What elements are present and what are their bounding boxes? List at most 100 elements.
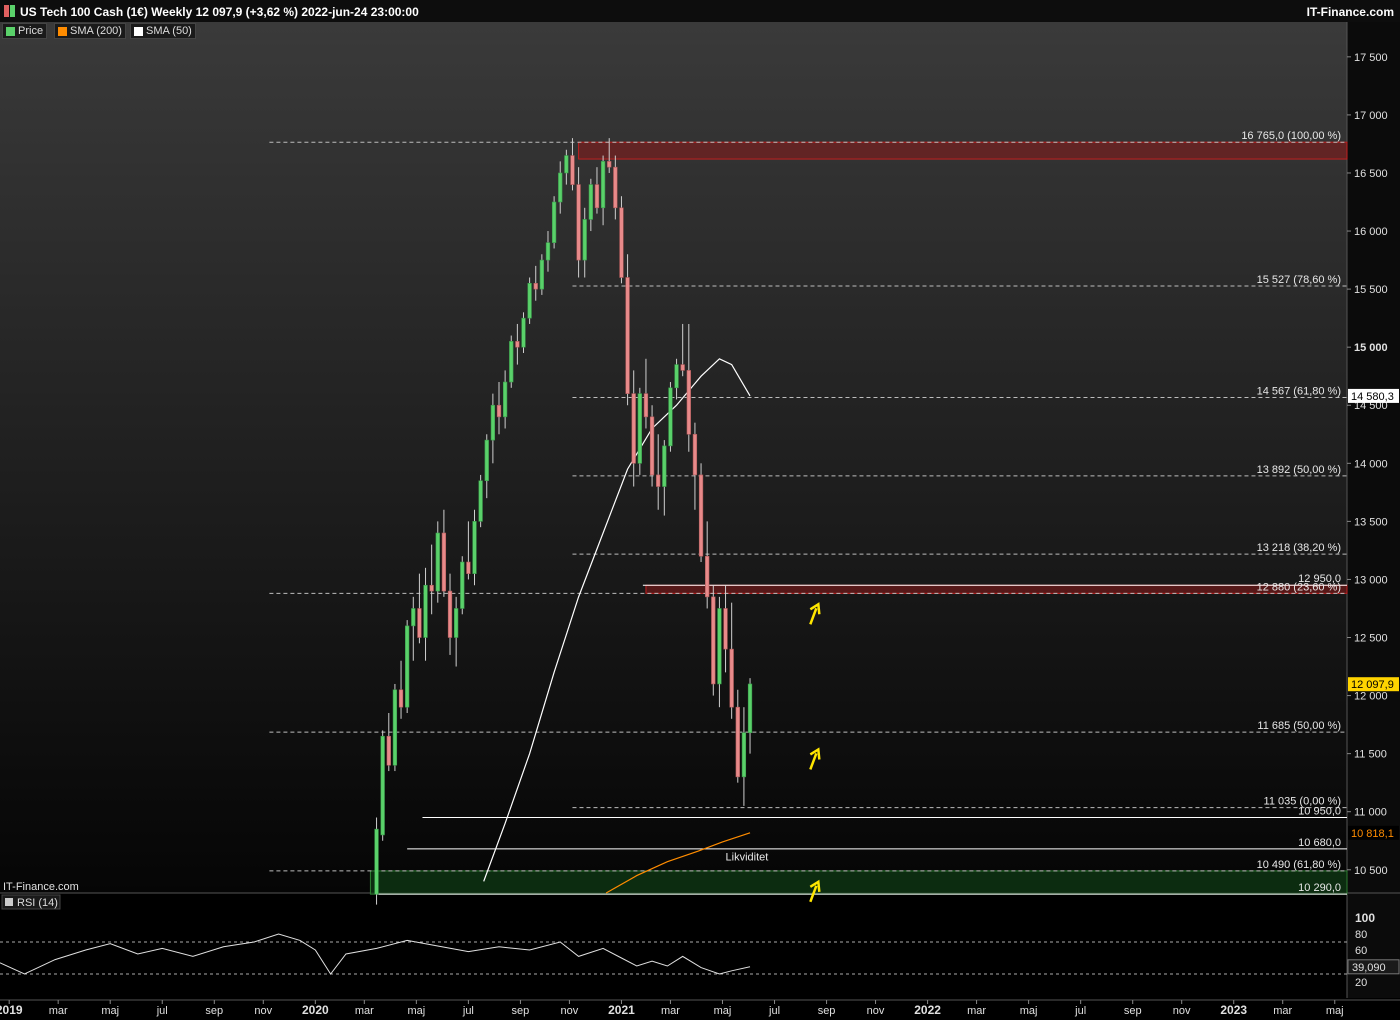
price-tick-label: 16 000 <box>1354 226 1388 238</box>
last-price-badge: 12 097,9 <box>1351 679 1394 691</box>
candle-body <box>478 480 483 522</box>
legend-label: Price <box>18 25 44 37</box>
time-tick-label: maj <box>407 1005 425 1017</box>
candle-body <box>466 561 471 574</box>
candle-body <box>711 596 716 685</box>
candle-body <box>392 689 398 766</box>
candle-body <box>607 161 612 168</box>
rsi-pane-background <box>0 894 1347 998</box>
resistance-zone-top <box>578 141 1348 160</box>
candle-body <box>454 608 459 638</box>
candle-body <box>545 242 551 261</box>
candle-body <box>600 161 606 209</box>
time-tick-label: nov <box>1173 1005 1191 1017</box>
candle-body <box>374 828 379 895</box>
time-tick-label: sep <box>205 1005 223 1017</box>
candle-body <box>631 393 636 464</box>
candle-body <box>570 155 575 185</box>
candle-body <box>386 735 391 766</box>
candle-body <box>643 393 649 418</box>
time-tick-label: jul <box>462 1005 474 1017</box>
price-tick-label: 14 000 <box>1354 458 1388 470</box>
legend-label: SMA (200) <box>70 25 122 37</box>
candle-body <box>588 184 593 220</box>
candle-body <box>564 155 569 174</box>
candle-body <box>582 219 587 261</box>
sma50-value-badge: 14 580,3 <box>1351 391 1394 403</box>
candle-body <box>747 683 753 734</box>
time-tick-label: jul <box>768 1005 780 1017</box>
chart-svg: US Tech 100 Cash (1€) Weekly 12 097,9 (+… <box>0 0 1400 1020</box>
time-tick-label: 2020 <box>302 1003 329 1017</box>
rsi-tick-label: 80 <box>1355 929 1367 941</box>
header-candle-icon-red <box>4 5 9 17</box>
candle-body <box>594 184 600 209</box>
level-label: 16 765,0 (100,00 %) <box>1241 130 1341 142</box>
candle-body <box>496 404 502 418</box>
price-tick-label: 11 000 <box>1354 807 1387 819</box>
time-tick-label: mar <box>967 1005 986 1017</box>
support-zone <box>369 870 1348 895</box>
candle-body <box>447 590 453 638</box>
rsi-label: RSI (14) <box>17 897 58 909</box>
price-tick-label: 13 000 <box>1354 574 1388 586</box>
price-tick-label: 16 500 <box>1354 168 1388 180</box>
candle-body <box>698 474 704 557</box>
rsi-swatch <box>5 898 13 906</box>
price-tick-label: 15 000 <box>1354 342 1388 354</box>
legend-item[interactable]: SMA (200) <box>54 23 126 39</box>
candle-body <box>705 555 710 598</box>
candle-body <box>539 259 544 290</box>
legend-swatch <box>134 26 143 36</box>
candle-body <box>502 381 508 418</box>
candle-body <box>484 439 489 482</box>
candle-body <box>613 166 618 209</box>
time-tick-label: mar <box>1273 1005 1292 1017</box>
legend-item[interactable]: Price <box>2 23 48 39</box>
candle-body <box>551 201 557 243</box>
candle-body <box>723 608 728 650</box>
time-tick-label: 2019 <box>0 1003 23 1017</box>
level-label: 12 880 (23,60 %) <box>1257 581 1341 593</box>
candle-body <box>686 370 691 435</box>
candle-body <box>441 532 447 592</box>
price-tick-label: 17 000 <box>1354 110 1388 122</box>
price-tick-label: 10 500 <box>1354 865 1388 877</box>
time-tick-label: nov <box>867 1005 885 1017</box>
price-tick-label: 12 500 <box>1354 633 1388 645</box>
level-label: 13 892 (50,00 %) <box>1257 464 1341 476</box>
time-tick-label: sep <box>512 1005 530 1017</box>
candle-body <box>656 474 661 487</box>
candle-body <box>680 364 685 371</box>
candle-body <box>435 532 440 592</box>
candle-body <box>735 706 740 778</box>
time-tick-label: jul <box>1074 1005 1086 1017</box>
price-tick-label: 17 500 <box>1354 52 1388 64</box>
time-tick-label: nov <box>561 1005 579 1017</box>
level-label: 10 290,0 <box>1298 882 1341 894</box>
candle-body <box>490 404 496 441</box>
time-tick-label: sep <box>1124 1005 1142 1017</box>
legend-item[interactable]: SMA (50) <box>130 23 196 39</box>
candle-body <box>509 341 514 383</box>
time-tick-label: 2022 <box>914 1003 941 1017</box>
candle-body <box>692 433 698 476</box>
candle-body <box>460 561 465 609</box>
level-label: 14 567 (61,80 %) <box>1257 385 1341 397</box>
candle-body <box>625 277 630 394</box>
time-tick-label: maj <box>101 1005 119 1017</box>
legend-swatch <box>58 26 67 36</box>
candle-body <box>423 584 428 638</box>
rsi-current-badge: 39,090 <box>1352 962 1386 974</box>
candle-body <box>472 521 477 574</box>
watermark: IT-Finance.com <box>3 881 79 893</box>
candle-body <box>717 608 722 685</box>
sma200-value-badge: 10 818,1 <box>1351 828 1394 840</box>
price-tick-label: 12 000 <box>1354 691 1388 703</box>
time-tick-label: maj <box>1020 1005 1038 1017</box>
candle-body <box>405 625 410 708</box>
legend-label: SMA (50) <box>146 25 192 37</box>
time-tick-label: maj <box>1326 1005 1344 1017</box>
candle-body <box>576 184 581 261</box>
candle-body <box>674 364 679 389</box>
